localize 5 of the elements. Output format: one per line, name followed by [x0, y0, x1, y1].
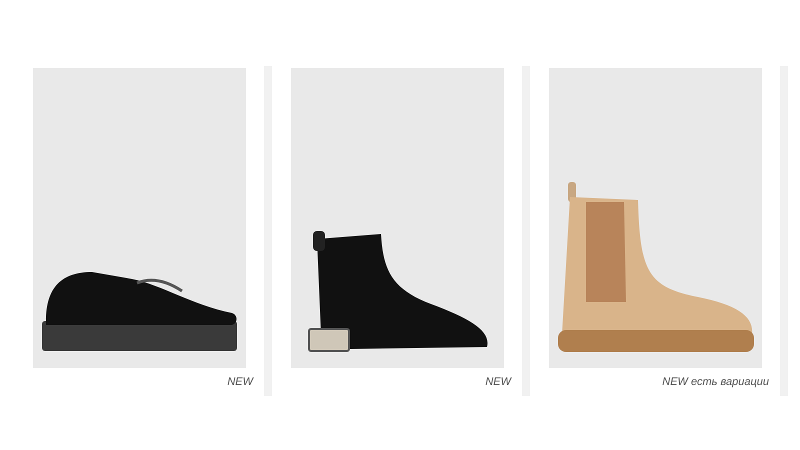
- product-photo-background[interactable]: [291, 68, 504, 368]
- new-label: NEW: [485, 376, 511, 390]
- new-label: NEW есть вариации: [662, 376, 769, 390]
- product-photo-background[interactable]: [33, 68, 246, 368]
- new-label: NEW: [227, 376, 253, 390]
